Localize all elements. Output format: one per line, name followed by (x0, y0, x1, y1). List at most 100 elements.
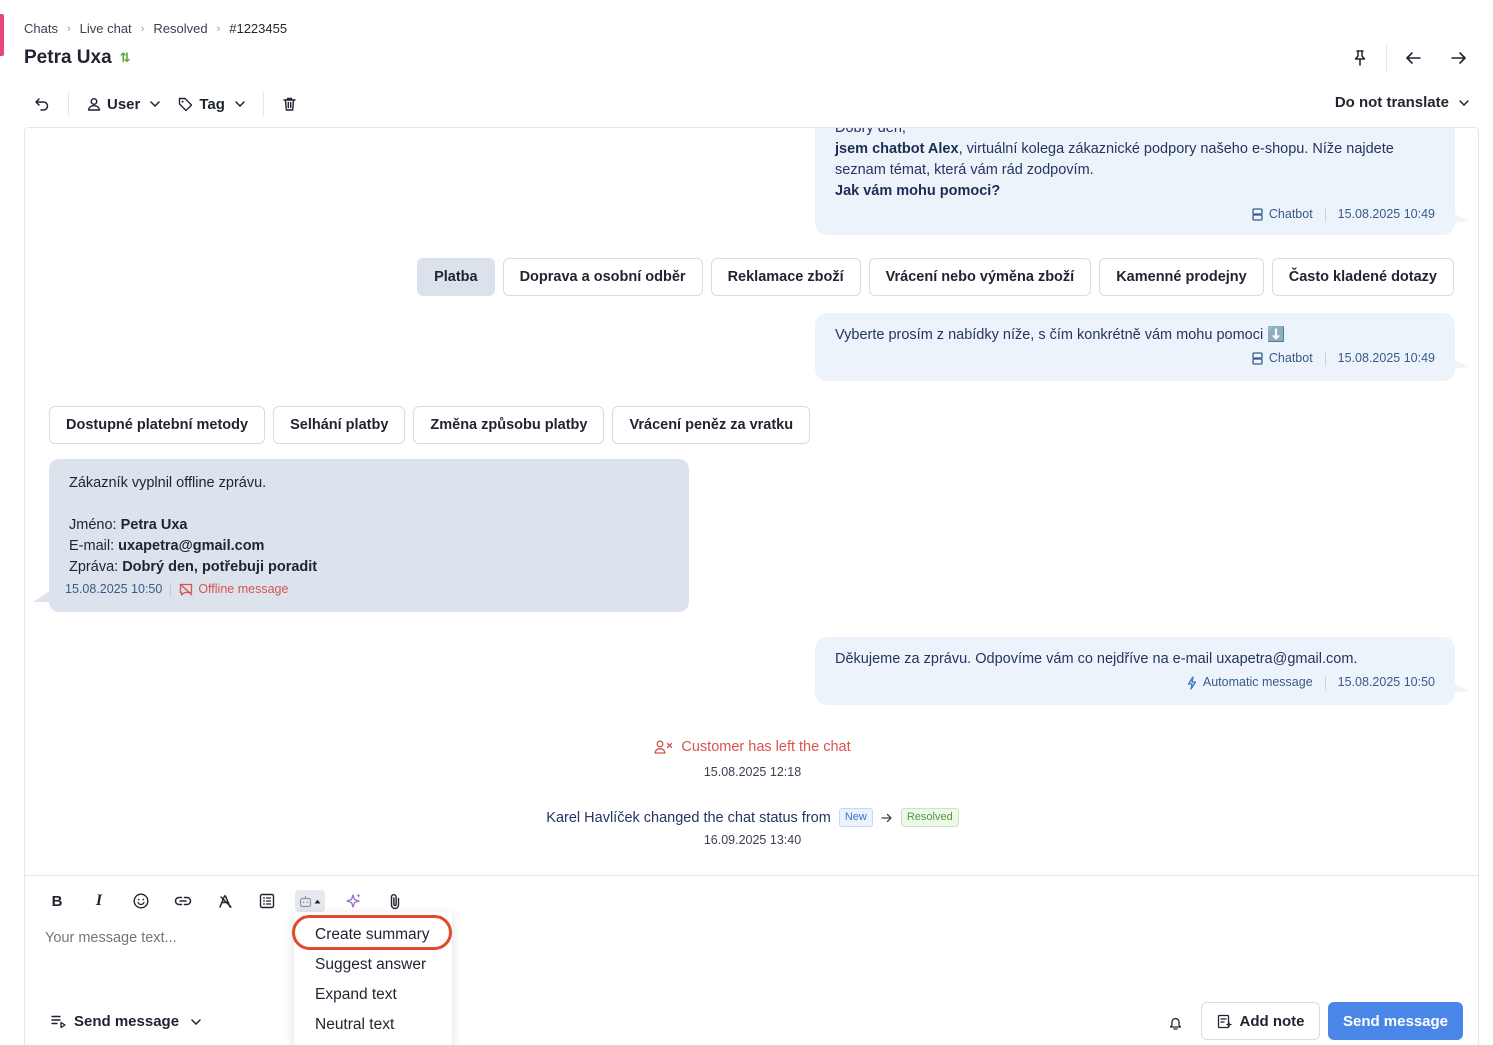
message-sender: Chatbot (1268, 207, 1313, 221)
arrow-left-icon (1406, 52, 1421, 64)
status-badge-resolved: Resolved (900, 808, 959, 827)
message-time: 15.08.2025 10:49 (1337, 351, 1435, 365)
offline-label: Offline message (179, 579, 288, 600)
message-text: seznam témat, která vám rád zodpovím. (835, 162, 1094, 178)
add-note-button[interactable]: Add note (1201, 1002, 1320, 1040)
attach-button[interactable] (381, 889, 409, 913)
status-badge-new: New (838, 808, 873, 827)
chevron-right-icon: › (216, 22, 221, 35)
undo-button[interactable] (28, 90, 56, 118)
customer-offline-message: Zákazník vyplnil offline zprávu. Jméno: … (33, 459, 689, 612)
message-meta: 15.08.2025 10:50 Offline message (65, 579, 288, 600)
menu-item-neutral-text[interactable]: Neutral text (294, 1010, 452, 1040)
option-button[interactable]: Kamenné prodejny (1099, 258, 1264, 296)
chatbot-icon (1252, 208, 1263, 221)
option-button[interactable]: Doprava a osobní odběr (502, 258, 703, 296)
divider (1324, 207, 1326, 222)
bold-button[interactable]: B (43, 889, 71, 913)
menu-item-create-summary[interactable]: Create summary (294, 920, 452, 950)
option-button[interactable]: Selhání platby (273, 406, 406, 444)
send-message-button[interactable]: Send message (1328, 1002, 1463, 1040)
bold-icon: B (51, 892, 63, 910)
option-button[interactable]: Změna způsobu platby (413, 406, 605, 444)
robot-icon (299, 895, 312, 907)
field-label: Zpráva: (69, 559, 123, 575)
divider (1386, 44, 1387, 72)
ai-sparkle-button[interactable] (339, 889, 367, 913)
clear-format-button[interactable] (211, 889, 239, 913)
menu-item-suggest-answer[interactable]: Suggest answer (294, 950, 452, 980)
italic-button[interactable]: I (85, 889, 113, 913)
status-change-text: Karel Havlíček changed the chat status f… (546, 809, 831, 826)
chatbot-message: Vyberte prosím z nabídky níže, s čím kon… (815, 313, 1469, 381)
option-button[interactable]: Vrácení nebo výměna zboží (868, 258, 1092, 296)
template-button[interactable] (253, 889, 281, 913)
message-composer: B I Your message text... Send message Ad… (24, 875, 1479, 1045)
user-dropdown[interactable]: User (81, 96, 166, 113)
message-meta: Automatic message 15.08.2025 10:50 (835, 672, 1435, 693)
next-chat-button[interactable] (1445, 44, 1473, 72)
offline-message-row: Zpráva: Dobrý den, potřebuji poradit (69, 557, 669, 578)
breadcrumb-live-chat[interactable]: Live chat (80, 21, 132, 36)
undo-icon (35, 98, 49, 111)
page-title: Petra Uxa (24, 47, 112, 68)
send-mode-label: Send message (74, 1013, 180, 1030)
tag-icon (179, 97, 193, 111)
message-sender: Chatbot (1268, 351, 1313, 365)
field-label: E-mail: (69, 538, 119, 554)
send-mode-dropdown[interactable]: Send message (51, 1013, 201, 1030)
option-button-selected[interactable]: Platba (417, 258, 495, 296)
message-input[interactable] (45, 930, 285, 946)
ai-actions-menu: Create summary Suggest answer Expand tex… (294, 912, 452, 1045)
paperclip-icon (390, 893, 400, 909)
chat-transcript[interactable]: Dobrý den, jsem chatbot Alex, virtuální … (24, 127, 1479, 887)
message-meta: Chatbot 15.08.2025 10:49 (835, 204, 1435, 225)
caret-up-icon (314, 899, 321, 903)
delete-button[interactable] (276, 90, 304, 118)
message-time: 15.08.2025 10:50 (1337, 675, 1435, 689)
emoji-icon (133, 893, 149, 909)
breadcrumb-chats[interactable]: Chats (24, 21, 58, 36)
chevron-down-icon (191, 1018, 201, 1025)
option-button[interactable]: Vrácení peněz za vratku (612, 406, 811, 444)
offline-name-row: Jméno: Petra Uxa (69, 515, 669, 536)
field-value: Dobrý den, potřebuji poradit (122, 559, 318, 575)
emoji-button[interactable] (127, 889, 155, 913)
customer-left-text-row: Customer has left the chat (654, 739, 851, 755)
offline-email-row: E-mail: uxapetra@gmail.com (69, 536, 669, 557)
trash-icon (283, 97, 297, 111)
divider (170, 582, 172, 597)
field-label: Jméno: (69, 517, 121, 533)
option-button[interactable]: Často kladené dotazy (1271, 258, 1454, 296)
format-toolbar: B I (43, 889, 409, 913)
clear-format-icon (218, 894, 232, 908)
notify-button[interactable] (1163, 1012, 1187, 1036)
previous-chat-button[interactable] (1399, 44, 1427, 72)
tag-dropdown[interactable]: Tag (172, 96, 251, 113)
tag-dropdown-label: Tag (199, 95, 225, 113)
message-bold-text: jsem chatbot Alex (835, 141, 959, 157)
option-button[interactable]: Reklamace zboží (710, 258, 861, 296)
pin-button[interactable] (1346, 44, 1374, 72)
message-text: , virtuální kolega zákaznické podpory na… (958, 141, 1394, 157)
message-off-icon (179, 583, 193, 596)
chevron-down-icon (235, 101, 245, 107)
chevron-down-icon (1459, 99, 1469, 106)
divider (68, 92, 69, 116)
title-row: Petra Uxa ⇅ (24, 47, 131, 69)
breadcrumb-resolved[interactable]: Resolved (153, 21, 207, 36)
payment-options: Dostupné platební metody Selhání platby … (49, 406, 811, 444)
link-icon (174, 896, 192, 906)
breadcrumb: Chats › Live chat › Resolved › #1223455 (24, 21, 287, 36)
user-dropdown-label: User (107, 95, 141, 113)
customer-left-event: Customer has left the chat 15.08.2025 12… (25, 739, 1478, 779)
event-time: 15.08.2025 12:18 (703, 765, 802, 779)
arrow-right-icon (881, 813, 892, 822)
option-button[interactable]: Dostupné platební metody (49, 406, 266, 444)
menu-item-expand-text[interactable]: Expand text (294, 980, 452, 1010)
italic-icon: I (95, 892, 103, 909)
translate-dropdown[interactable]: Do not translate (1335, 94, 1469, 111)
ai-assistant-button[interactable] (295, 890, 325, 912)
automatic-message: Děkujeme za zprávu. Odpovíme vám co nejd… (815, 637, 1469, 705)
link-button[interactable] (169, 889, 197, 913)
